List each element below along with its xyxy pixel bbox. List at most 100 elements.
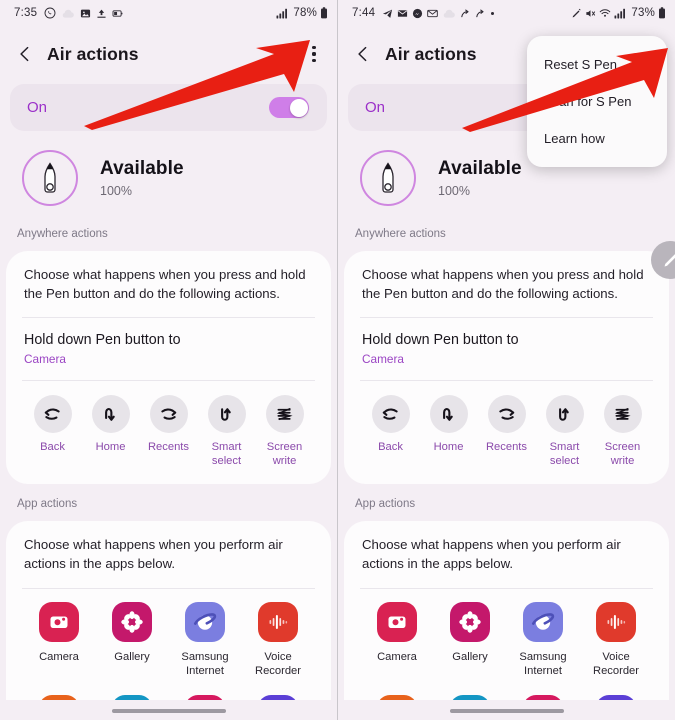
status-notification-icons	[382, 8, 495, 19]
mail-icon	[398, 9, 408, 17]
app-item-gallery[interactable]: Gallery	[437, 601, 503, 678]
gesture-item-recents[interactable]: Recents	[140, 395, 197, 468]
page-title: Air actions	[385, 43, 477, 64]
hold-pen-title: Hold down Pen button to	[362, 332, 519, 349]
phone-screen-right: 7:44 73% Air actions On Available 100% A…	[338, 0, 675, 720]
gesture-label: Smart select	[549, 441, 580, 468]
status-bar: 7:35 78%	[0, 0, 337, 26]
app-label: Camera	[39, 650, 79, 663]
status-system-icons: 73%	[571, 7, 666, 19]
battery-icon	[321, 7, 327, 19]
gesture-label: Back	[40, 441, 65, 454]
app-item-gallery[interactable]: Gallery	[99, 601, 165, 678]
gesture-label: Screen write	[266, 441, 303, 468]
menu-item-reset-s-pen[interactable]: Reset S Pen	[527, 46, 667, 83]
gesture-list: Back Home Recents Smart select Screen wr…	[360, 381, 653, 484]
section-label-app-actions: App actions	[17, 498, 78, 511]
battery-percentage: 78%	[293, 7, 317, 19]
gmail-icon	[427, 9, 438, 17]
pen-status-text: Available 100%	[438, 158, 522, 198]
voice-recorder-app-icon	[596, 601, 636, 642]
pen-battery-percentage: 100%	[100, 184, 132, 198]
camera-app-icon	[39, 601, 79, 642]
gesture-item-back[interactable]: Back	[362, 395, 419, 468]
app-item-camera[interactable]: Camera	[364, 601, 430, 678]
samsung-internet-app-icon	[523, 601, 563, 642]
voice-recorder-app-icon	[258, 601, 298, 642]
gesture-v-up-icon	[207, 395, 246, 434]
air-actions-toggle-row[interactable]: On	[10, 84, 327, 131]
gesture-swipe-left-icon	[371, 395, 410, 434]
air-actions-switch[interactable]	[269, 97, 309, 118]
home-indicator[interactable]	[111, 709, 226, 713]
status-system-icons: 78%	[276, 7, 328, 19]
app-label: Samsung Internet	[181, 650, 229, 677]
kebab-menu-icon[interactable]	[304, 43, 324, 65]
whatsapp-icon	[44, 7, 56, 19]
app-label: Samsung Internet	[519, 650, 567, 677]
pen-status-title: Available	[438, 158, 522, 179]
cloud-icon	[62, 9, 75, 18]
upload-icon	[97, 9, 106, 18]
app-item-samsung-internet[interactable]: Samsung Internet	[172, 601, 238, 678]
hold-pen-value: Camera	[362, 352, 404, 367]
status-time: 7:44	[352, 7, 376, 19]
gesture-item-home[interactable]: Home	[82, 395, 139, 468]
gesture-item-screen-write[interactable]: Screen write	[256, 395, 313, 468]
app-actions-description: Choose what happens when you perform air…	[362, 537, 621, 572]
app-actions-card: Choose what happens when you perform air…	[344, 521, 669, 720]
menu-item-learn-how[interactable]: Learn how	[527, 120, 667, 157]
phone-screen-left: 7:35 78% Air actions On Available 100% A…	[0, 0, 337, 720]
menu-item-scan-for-s-pen[interactable]: Scan for S Pen	[527, 83, 667, 120]
section-label-anywhere: Anywhere actions	[17, 228, 108, 240]
pen-status-title: Available	[100, 158, 184, 179]
toggle-label: On	[365, 99, 386, 116]
samsung-internet-app-icon	[185, 601, 225, 642]
camera-app-icon	[377, 601, 417, 642]
gesture-swipe-right-icon	[149, 395, 188, 434]
gesture-item-home[interactable]: Home	[420, 395, 477, 468]
overflow-menu-popup: Reset S Pen Scan for S Pen Learn how	[527, 36, 667, 167]
battery-percentage: 73%	[631, 7, 655, 19]
gesture-label: Home	[95, 441, 126, 454]
gesture-item-recents[interactable]: Recents	[478, 395, 535, 468]
gesture-label: Back	[378, 441, 403, 454]
app-item-camera[interactable]: Camera	[26, 601, 92, 678]
status-notification-icons	[44, 7, 123, 19]
gesture-zigzag-down-icon	[429, 395, 468, 434]
dot-icon	[491, 11, 495, 15]
share-icon	[476, 9, 484, 17]
back-chevron-icon[interactable]	[16, 45, 34, 63]
gesture-item-smart-select[interactable]: Smart select	[536, 395, 593, 468]
wifi-icon	[600, 9, 611, 17]
dual-screenshot-container: 7:35 78% Air actions On Available 100% A…	[0, 0, 675, 720]
gesture-item-screen-write[interactable]: Screen write	[594, 395, 651, 468]
gesture-label: Recents	[147, 441, 190, 454]
s-pen-icon	[44, 162, 56, 193]
gesture-label: Smart select	[211, 441, 242, 468]
app-label: Voice Recorder	[254, 650, 301, 677]
app-item-voice-recorder[interactable]: Voice Recorder	[583, 601, 649, 678]
gallery-app-icon	[112, 601, 152, 642]
gesture-zigzag-down-icon	[91, 395, 130, 434]
app-actions-description: Choose what happens when you perform air…	[24, 537, 283, 572]
battery-icon	[659, 7, 665, 19]
signal-icon	[614, 8, 626, 18]
app-item-samsung-internet[interactable]: Samsung Internet	[510, 601, 576, 678]
gesture-item-smart-select[interactable]: Smart select	[198, 395, 255, 468]
back-chevron-icon[interactable]	[354, 45, 372, 63]
gesture-item-back[interactable]: Back	[24, 395, 81, 468]
section-label-app-actions: App actions	[355, 498, 416, 511]
hold-pen-button-row[interactable]: Hold down Pen button to Camera	[360, 318, 653, 380]
app-label: Gallery	[452, 650, 488, 663]
app-item-voice-recorder[interactable]: Voice Recorder	[245, 601, 311, 678]
home-indicator[interactable]	[449, 709, 564, 713]
anywhere-description: Choose what happens when you press and h…	[24, 267, 306, 301]
gesture-v-up-icon	[545, 395, 584, 434]
anywhere-description: Choose what happens when you press and h…	[362, 267, 644, 301]
hold-pen-button-row[interactable]: Hold down Pen button to Camera	[22, 318, 315, 380]
app-label: Camera	[377, 650, 417, 663]
gesture-scribble-icon	[603, 395, 642, 434]
page-title: Air actions	[47, 43, 139, 64]
battery-saver-icon	[112, 9, 123, 17]
